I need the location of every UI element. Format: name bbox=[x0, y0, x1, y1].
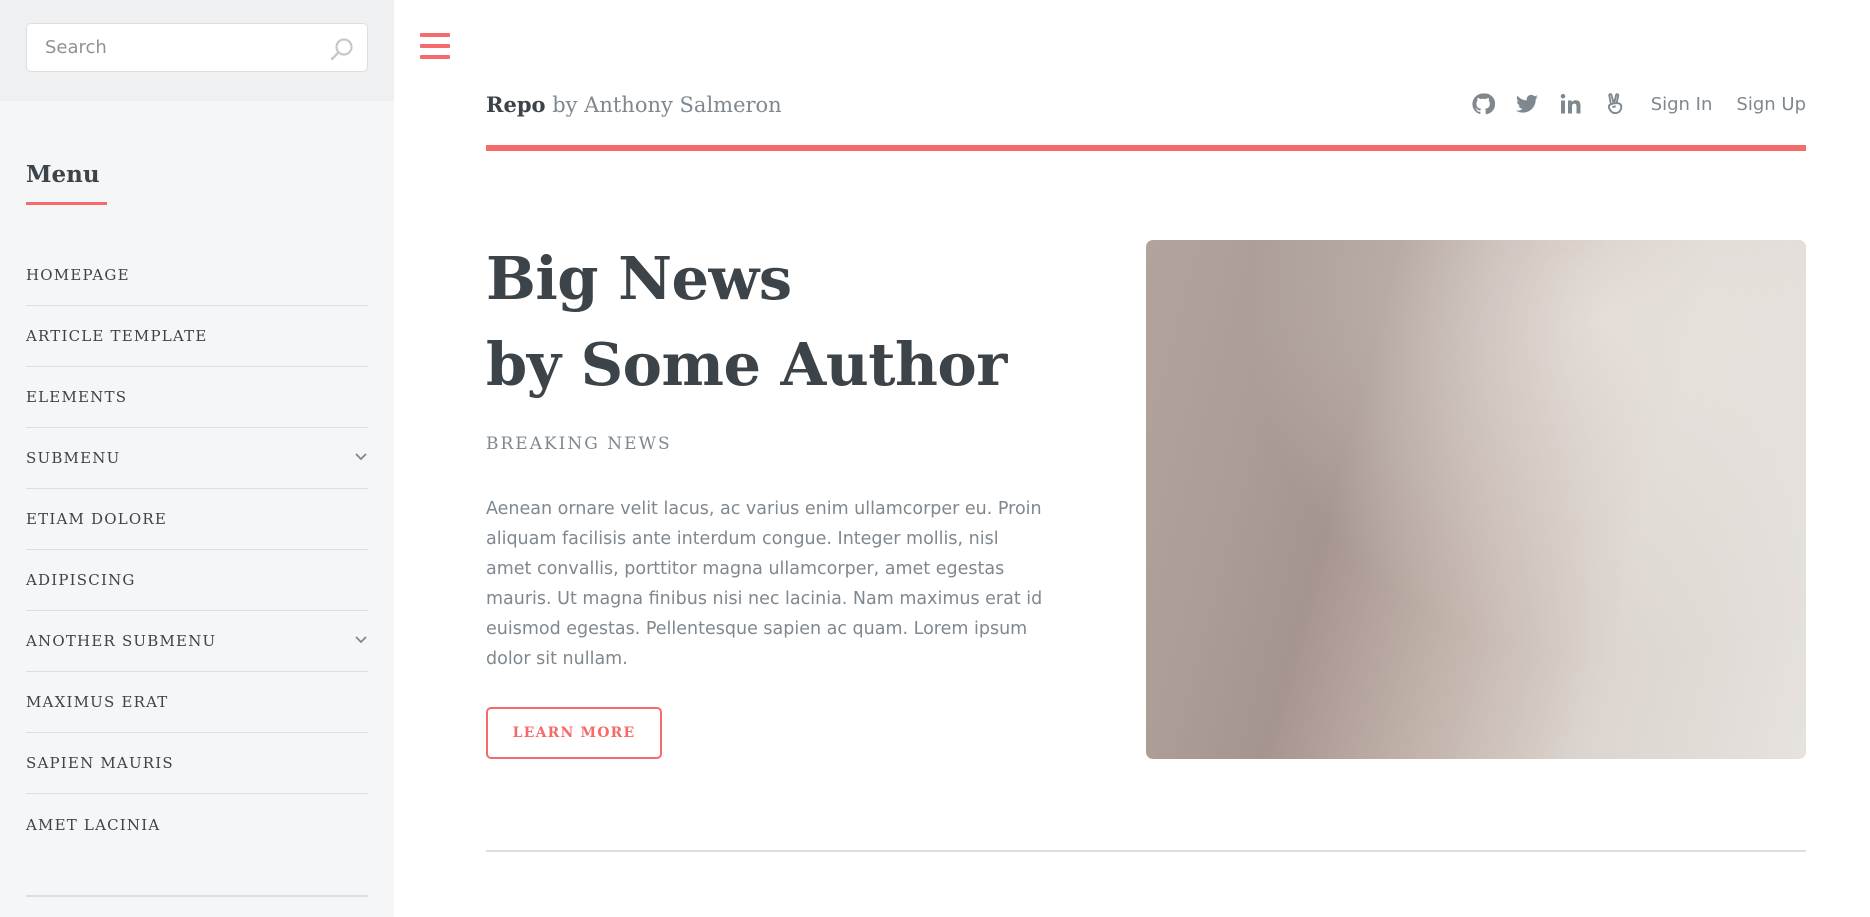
sidebar-item-label: ELEMENTS bbox=[26, 388, 128, 406]
hero-subtitle: BREAKING NEWS bbox=[486, 434, 672, 454]
sidebar-item-label: ANOTHER SUBMENU bbox=[26, 632, 217, 650]
angellist-icon[interactable] bbox=[1603, 92, 1627, 116]
logo-text: by Anthony Salmeron bbox=[545, 93, 782, 117]
section-divider bbox=[486, 850, 1806, 852]
sidebar-item-adipiscing[interactable]: ADIPISCING bbox=[26, 550, 368, 611]
hero-image bbox=[1146, 240, 1806, 759]
twitter-icon[interactable] bbox=[1515, 92, 1539, 116]
sign-in-link[interactable]: Sign In bbox=[1651, 94, 1713, 115]
sidebar-item-label: SAPIEN MAURIS bbox=[26, 754, 174, 772]
sidebar-item-label: MAXIMUS ERAT bbox=[26, 693, 169, 711]
hero-title: Big News by Some Author bbox=[486, 236, 1066, 408]
search-box[interactable] bbox=[26, 23, 368, 72]
sidebar-item-homepage[interactable]: HOMEPAGE bbox=[26, 245, 368, 306]
sign-up-link[interactable]: Sign Up bbox=[1736, 94, 1806, 115]
sidebar-item-etiam-dolore[interactable]: ETIAM DOLORE bbox=[26, 489, 368, 550]
sidebar-item-label: ARTICLE TEMPLATE bbox=[26, 327, 208, 345]
sidebar-item-elements[interactable]: ELEMENTS bbox=[26, 367, 368, 428]
search-input[interactable] bbox=[27, 24, 367, 71]
sidebar-divider bbox=[26, 895, 368, 897]
sidebar-item-label: AMET LACINIA bbox=[26, 815, 161, 834]
chevron-down-icon[interactable] bbox=[354, 633, 368, 647]
hamburger-menu-icon[interactable] bbox=[420, 33, 450, 59]
site-header: Repo by Anthony Salmeron Sign In Sign Up bbox=[486, 88, 1806, 151]
hero-body: Aenean ornare velit lacus, ac varius eni… bbox=[486, 499, 1043, 669]
hero-title-line-2: by Some Author bbox=[486, 330, 1007, 399]
hero-title-line-1: Big News bbox=[486, 244, 792, 313]
sidebar-item-sapien-mauris[interactable]: SAPIEN MAURIS bbox=[26, 733, 368, 794]
menu-title: Menu bbox=[26, 161, 107, 205]
header-nav: Sign In Sign Up bbox=[1451, 92, 1806, 116]
sidebar-item-amet-lacinia[interactable]: AMET LACINIA bbox=[26, 794, 368, 855]
menu-header: Menu bbox=[0, 101, 394, 205]
chevron-down-icon[interactable] bbox=[354, 450, 368, 464]
sidebar-item-submenu[interactable]: SUBMENU bbox=[26, 428, 368, 489]
sidebar-item-label: ETIAM DOLORE bbox=[26, 510, 168, 528]
sidebar-item-maximus-erat[interactable]: MAXIMUS ERAT bbox=[26, 672, 368, 733]
sidebar: Menu HOMEPAGE ARTICLE TEMPLATE ELEMENTS … bbox=[0, 0, 394, 917]
learn-more-button[interactable]: LEARN MORE bbox=[486, 707, 662, 759]
search-section bbox=[0, 0, 394, 101]
sidebar-menu: HOMEPAGE ARTICLE TEMPLATE ELEMENTS SUBME… bbox=[26, 245, 368, 855]
github-icon[interactable] bbox=[1471, 92, 1495, 116]
sidebar-item-label: SUBMENU bbox=[26, 449, 121, 467]
hero-image-glow bbox=[1146, 240, 1806, 759]
main-content: Repo by Anthony Salmeron Sign In Sign Up… bbox=[394, 0, 1870, 917]
hero-text: Big News by Some Author BREAKING NEWS Ae… bbox=[486, 236, 1066, 674]
sidebar-item-label: HOMEPAGE bbox=[26, 266, 130, 284]
search-icon[interactable] bbox=[329, 36, 355, 62]
sidebar-item-another-submenu[interactable]: ANOTHER SUBMENU bbox=[26, 611, 368, 672]
sidebar-item-article-template[interactable]: ARTICLE TEMPLATE bbox=[26, 306, 368, 367]
linkedin-icon[interactable] bbox=[1559, 92, 1583, 116]
site-logo[interactable]: Repo by Anthony Salmeron bbox=[486, 92, 782, 117]
sidebar-item-label: ADIPISCING bbox=[26, 571, 136, 589]
logo-strong: Repo bbox=[486, 92, 546, 117]
